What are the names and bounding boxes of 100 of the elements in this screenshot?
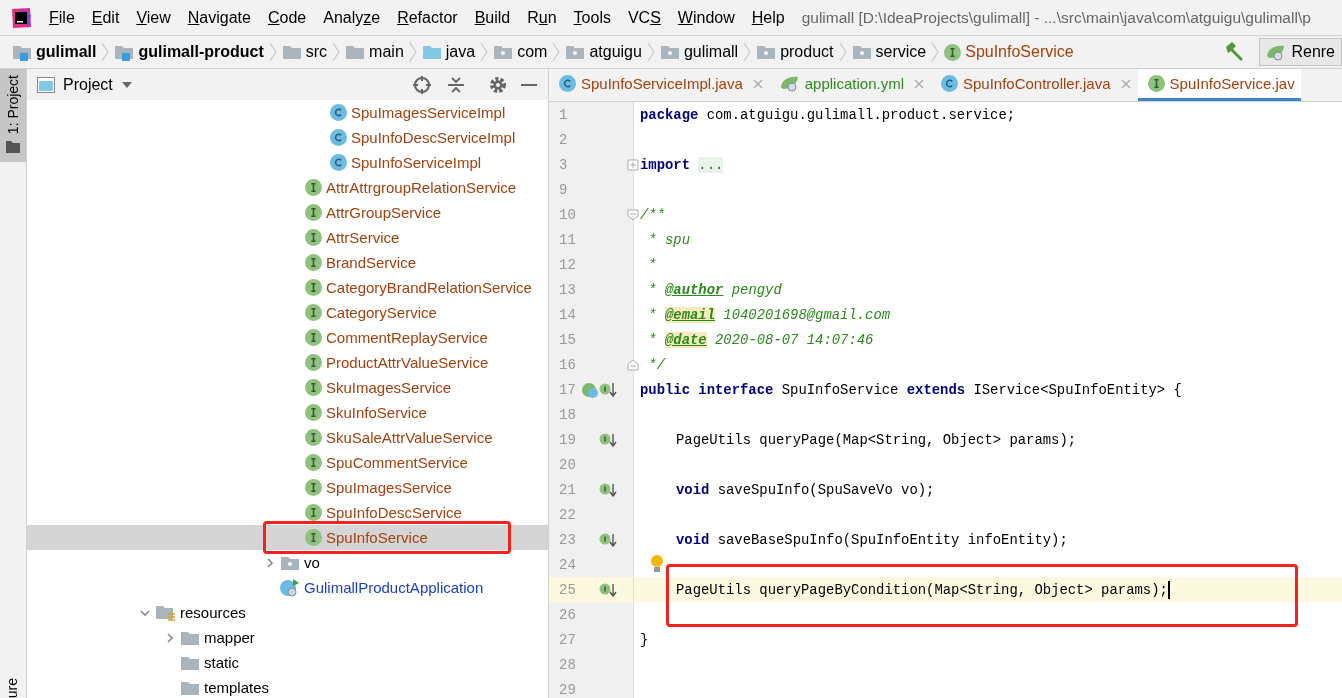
implemented-icon[interactable] — [599, 481, 617, 498]
code-line: */ — [647, 356, 665, 373]
tree-item[interactable]: vo — [27, 550, 548, 575]
editor-tab[interactable]: SpuInfoController.java — [930, 69, 1138, 101]
menu-item[interactable]: View — [136, 8, 171, 27]
tree-item[interactable]: SpuInfoDescServiceImpl — [27, 125, 548, 150]
tree-item[interactable]: SkuSaleAttrValueService — [27, 425, 548, 450]
code-line: package com.atguigu.gulimall.product.service; — [640, 106, 1016, 123]
interface-icon — [1147, 75, 1165, 92]
fold-marker-icon[interactable] — [627, 358, 639, 371]
tree-item[interactable]: AttrGroupService — [27, 200, 548, 225]
settings-icon[interactable] — [488, 75, 508, 95]
breadcrumb-item[interactable]: gulimall — [36, 43, 97, 61]
implemented-icon[interactable] — [599, 581, 617, 598]
tree-item[interactable]: mapper — [27, 625, 548, 650]
module-folder-icon — [114, 43, 135, 61]
tree-item[interactable]: SkuImagesService — [27, 375, 548, 400]
breadcrumb-item[interactable]: src — [305, 43, 328, 61]
breadcrumb-item[interactable]: service — [875, 43, 927, 61]
menu-item[interactable]: Window — [677, 8, 735, 27]
implemented-icon[interactable] — [599, 531, 617, 548]
interface-icon — [305, 479, 322, 496]
line-number: 11 — [558, 231, 577, 248]
class-icon — [330, 129, 347, 146]
code-line: * — [647, 256, 657, 273]
window-title: gulimall [D:\IdeaProjects\gulimall] - ...\src\main\java\com\atguigu\gulimall\p — [801, 8, 1311, 27]
menu-item[interactable]: Tools — [573, 8, 611, 27]
code-line: import ... — [640, 156, 724, 173]
run-config-button[interactable]: Renre — [1259, 38, 1342, 66]
tree-item[interactable]: resources — [27, 600, 548, 625]
fold-marker-icon[interactable] — [627, 158, 639, 171]
tree-item[interactable]: SpuImagesService — [27, 475, 548, 500]
caret-icon[interactable] — [120, 81, 133, 89]
tree-item[interactable]: SpuInfoDescService — [27, 500, 548, 525]
line-number: 16 — [558, 356, 577, 373]
folder-icon — [345, 44, 366, 60]
close-icon[interactable] — [751, 77, 764, 90]
editor-tab[interactable]: SpuInfoService.jav — [1137, 69, 1301, 101]
app-logo-icon — [10, 6, 32, 29]
close-icon[interactable] — [912, 77, 925, 90]
tree-item[interactable]: SpuCommentService — [27, 450, 548, 475]
folder-icon — [281, 44, 302, 60]
interface-icon — [305, 404, 322, 421]
tree-item[interactable]: SpuInfoServiceImpl — [27, 150, 548, 175]
tree-item[interactable]: CommentReplayService — [27, 325, 548, 350]
code-line: } — [640, 631, 649, 648]
breadcrumb-item[interactable]: product — [780, 43, 834, 61]
inherited-icon[interactable] — [581, 380, 617, 399]
hammer-icon[interactable] — [1223, 41, 1246, 63]
tree-item[interactable]: static — [27, 650, 548, 675]
breadcrumb-item[interactable]: java — [445, 43, 476, 61]
menu-item[interactable]: Help — [751, 8, 785, 27]
menu-item[interactable]: Build — [474, 8, 511, 27]
menu-item[interactable]: Edit — [91, 8, 120, 27]
interface-icon — [305, 204, 322, 221]
chevron-right-icon[interactable] — [264, 556, 276, 569]
structure-tool-tab[interactable]: ure — [4, 677, 26, 698]
tree-item[interactable]: SpuImagesServiceImpl — [27, 100, 548, 125]
menu-item[interactable]: Navigate — [187, 8, 251, 27]
crosshair-icon[interactable] — [412, 75, 432, 95]
breadcrumb-item[interactable]: gulimall-product — [138, 43, 264, 61]
tree-item[interactable]: CategoryBrandRelationService — [27, 275, 548, 300]
breadcrumb-item[interactable]: SpuInfoService — [965, 43, 1074, 61]
code-line: * spu — [647, 231, 690, 248]
folder-icon — [180, 654, 200, 671]
fold-marker-icon[interactable] — [627, 208, 639, 221]
tree-item[interactable]: BrandService — [27, 250, 548, 275]
line-number: 25 — [558, 581, 577, 598]
resources-folder-icon — [155, 603, 176, 622]
folder-icon — [5, 140, 21, 155]
collapse-all-icon[interactable] — [446, 75, 466, 95]
breadcrumb-item[interactable]: main — [369, 43, 404, 61]
menu-item[interactable]: Code — [267, 8, 307, 27]
lightbulb-icon[interactable] — [650, 554, 664, 574]
menu-item[interactable]: File — [49, 8, 75, 27]
interface-icon — [305, 379, 322, 396]
tree-item[interactable]: AttrAttrgroupRelationService — [27, 175, 548, 200]
tree-item[interactable]: templates — [27, 675, 548, 698]
project-tool-tab[interactable]: 1: Project — [0, 69, 26, 163]
tree-item[interactable]: AttrService — [27, 225, 548, 250]
breadcrumb-item[interactable]: gulimall — [683, 43, 739, 61]
tree-item[interactable]: GulimallProductApplication — [27, 575, 548, 600]
menu-item[interactable]: Refactor — [397, 8, 458, 27]
menu-item[interactable]: Run — [527, 8, 557, 27]
menu-item[interactable]: Analyze — [323, 8, 381, 27]
breadcrumb-item[interactable]: atguigu — [589, 43, 642, 61]
line-number: 1 — [558, 106, 569, 123]
menu-item[interactable]: VCS — [627, 8, 661, 27]
interface-icon — [305, 329, 322, 346]
code-line: PageUtils queryPageByCondition(Map<String, Object> params); — [676, 581, 1168, 598]
breadcrumb-item[interactable]: com — [517, 43, 548, 61]
chevron-right-icon[interactable] — [164, 631, 176, 644]
tree-item[interactable]: ProductAttrValueService — [27, 350, 548, 375]
tree-item[interactable]: SkuInfoService — [27, 400, 548, 425]
tree-item[interactable]: CategoryService — [27, 300, 548, 325]
editor-tab[interactable]: SpuInfoServiceImpl.java — [549, 69, 770, 101]
close-icon[interactable] — [1119, 77, 1132, 90]
implemented-icon[interactable] — [599, 431, 617, 448]
panel-title[interactable]: Project — [63, 76, 113, 94]
editor-tab[interactable]: application.yml — [769, 69, 931, 101]
